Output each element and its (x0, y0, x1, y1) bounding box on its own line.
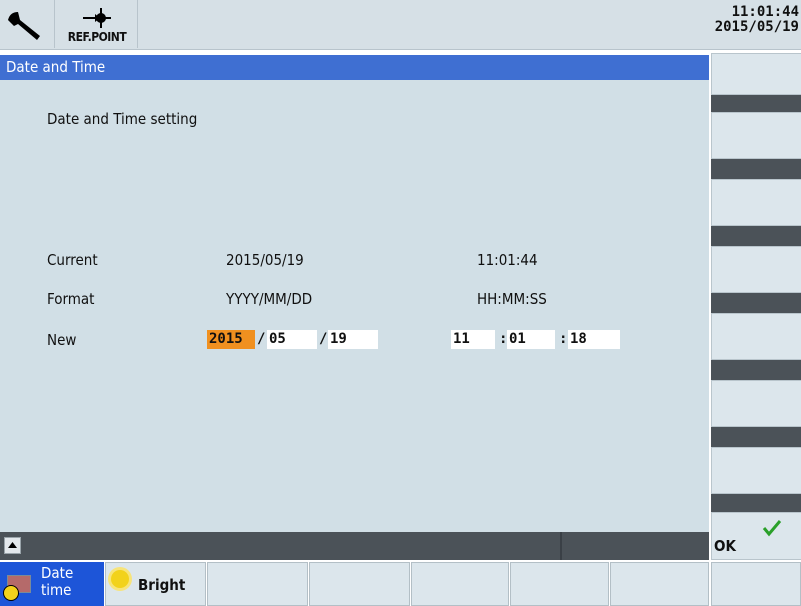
new-label: New (47, 331, 77, 349)
horizontal-softkey-3[interactable] (207, 562, 308, 606)
section-heading: Date and Time setting (47, 110, 198, 128)
current-time-value: 11:01:44 (477, 251, 538, 269)
date-time-label: Date time (41, 565, 73, 599)
softkey-gap (711, 159, 801, 179)
ref-point-button[interactable]: REF.POINT (54, 0, 138, 48)
clock-display: 11:01:44 2015/05/19 (715, 5, 799, 35)
date-time-label-line1: Date (41, 564, 74, 582)
month-input[interactable]: 05 (267, 330, 317, 349)
softkey-gap (711, 427, 801, 447)
softkey-gap (711, 360, 801, 380)
hour-input[interactable]: 11 (451, 330, 495, 349)
wrench-icon[interactable] (6, 6, 48, 46)
year-input[interactable]: 2015 (207, 330, 255, 349)
date-separator: / (319, 331, 328, 347)
window-title: Date and Time (0, 55, 709, 80)
bright-softkey[interactable]: Bright (105, 562, 206, 606)
vertical-softkey-2[interactable] (711, 112, 801, 159)
vertical-softkey-5[interactable] (711, 313, 801, 360)
horizontal-softkey-5[interactable] (411, 562, 509, 606)
softkey-gap (711, 226, 801, 246)
softkey-gap (711, 293, 801, 313)
horizontal-softkey-8[interactable] (711, 562, 801, 606)
time-format-value: HH:MM:SS (477, 290, 547, 308)
date-time-panel: Date and Time setting Current 2015/05/19… (0, 80, 709, 532)
checkmark-icon (762, 520, 782, 537)
date-separator: / (257, 331, 266, 347)
strip-divider (560, 532, 562, 560)
vertical-softkey-3[interactable] (711, 179, 801, 226)
current-label: Current (47, 251, 98, 269)
horizontal-softkey-6[interactable] (510, 562, 609, 606)
time-separator: : (559, 331, 568, 347)
date-format-value: YYYY/MM/DD (226, 290, 313, 308)
message-strip (0, 532, 709, 560)
clock-icon (3, 585, 19, 601)
bright-label: Bright (138, 576, 186, 594)
minute-input[interactable]: 01 (507, 330, 555, 349)
date-time-label-line2: time (41, 581, 72, 599)
second-input[interactable]: 18 (568, 330, 620, 349)
softkey-gap (711, 95, 801, 112)
horizontal-softkey-4[interactable] (309, 562, 410, 606)
clock-date: 2015/05/19 (714, 19, 799, 35)
vertical-softkey-7[interactable] (711, 447, 801, 494)
clock-time: 11:01:44 (731, 4, 799, 20)
scroll-up-icon[interactable] (4, 537, 21, 554)
status-bar: REF.POINT 11:01:44 2015/05/19 (0, 0, 801, 50)
date-time-softkey[interactable]: Date time (0, 562, 104, 606)
vertical-softkey-6[interactable] (711, 380, 801, 427)
ref-point-icon (83, 8, 111, 28)
ok-label: OK (714, 537, 736, 555)
softkey-gap (711, 494, 801, 512)
current-date-value: 2015/05/19 (226, 251, 304, 269)
horizontal-softkey-7[interactable] (610, 562, 709, 606)
format-label: Format (47, 290, 95, 308)
vertical-softkey-4[interactable] (711, 246, 801, 293)
sun-icon (111, 570, 129, 588)
day-input[interactable]: 19 (328, 330, 378, 349)
ok-softkey[interactable]: OK (711, 512, 801, 560)
ref-point-label: REF.POINT (67, 30, 127, 44)
vertical-softkey-1[interactable] (711, 53, 801, 95)
